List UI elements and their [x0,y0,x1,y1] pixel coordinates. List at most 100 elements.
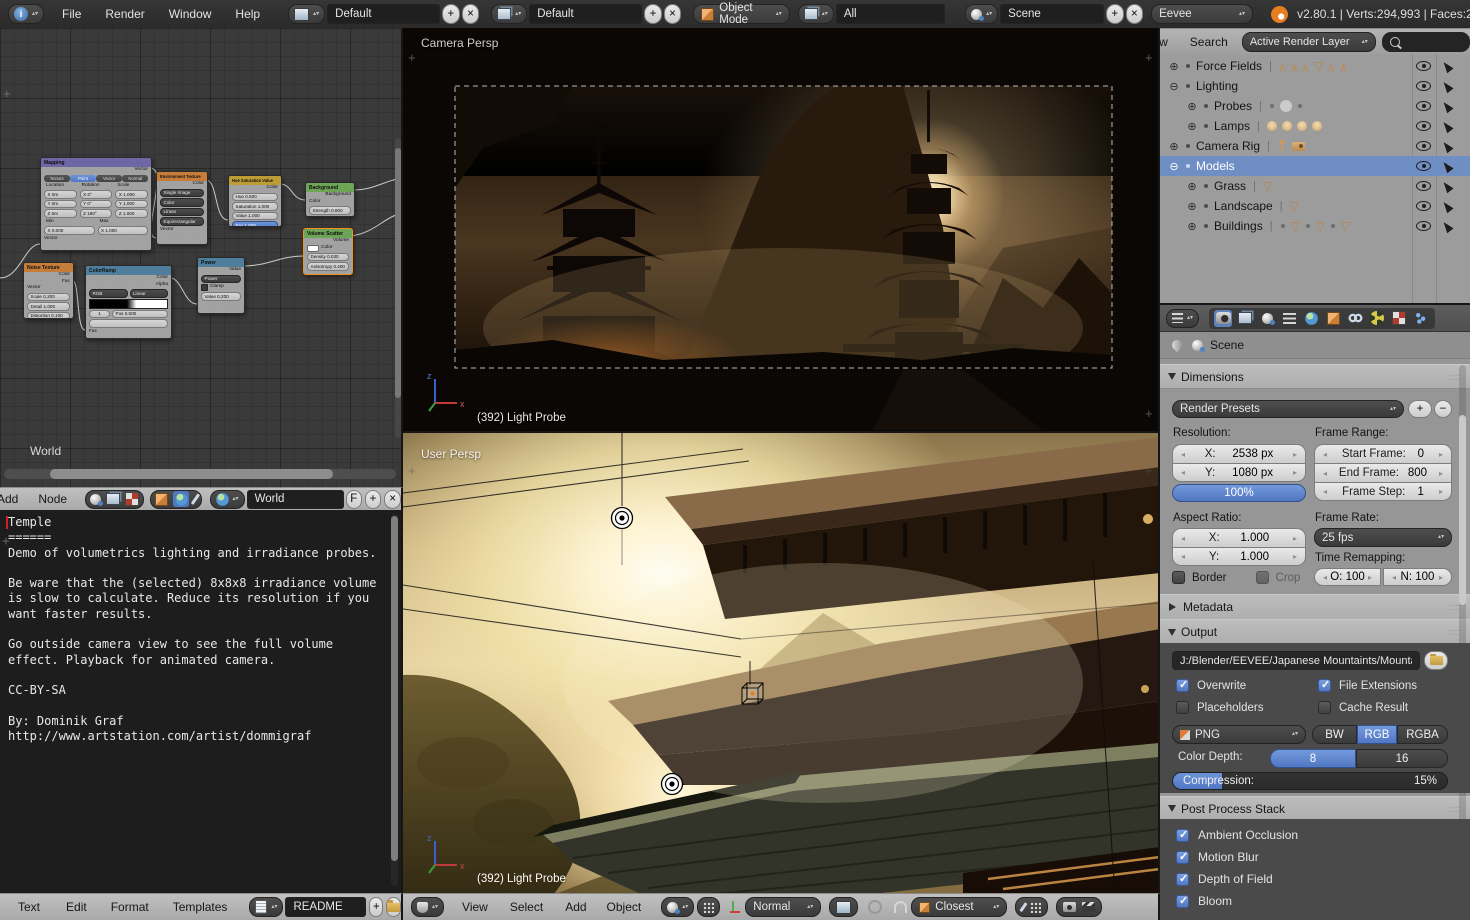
panel-header-post-process[interactable]: Post Process Stack:::: [1160,796,1470,821]
menu-edit[interactable]: Edit [62,900,91,914]
node-editor[interactable]: Mapping Vector Texture Point Vector Norm… [0,28,403,487]
file-format-dropdown[interactable]: PNG▴▾ [1172,725,1306,744]
overwrite-checkbox[interactable] [1176,679,1189,692]
region-expand-icon[interactable]: + [1145,50,1153,65]
new-world-button[interactable]: + [365,490,382,509]
crop-checkbox[interactable] [1256,571,1269,584]
tab-world[interactable] [1302,310,1320,327]
clamp-checkbox[interactable] [201,284,208,291]
shading-mode-button[interactable]: ▴▾ [661,897,694,917]
menu-select[interactable]: Select [506,900,547,914]
menu-help[interactable]: Help [231,7,264,21]
object-context-icon[interactable] [155,493,168,506]
pin-icon[interactable] [1170,338,1184,352]
layout-icon-button[interactable]: ▴▾ [491,4,527,24]
outliner-row-lighting[interactable]: ⊖Lighting [1160,76,1470,96]
render-presets-dropdown[interactable]: Render Presets▴▾ [1172,400,1404,418]
selectability-icon[interactable] [1440,219,1453,233]
gizmo-button[interactable] [1015,897,1048,917]
menu-templates[interactable]: Templates [169,900,232,914]
menu-add[interactable]: Add [0,492,22,506]
cache-result-checkbox[interactable] [1318,701,1331,714]
outliner-row-grass[interactable]: ⊕Grass| ▽ [1160,176,1470,196]
panel-header-metadata[interactable]: Metadata:::: [1160,594,1470,620]
outliner-row-camera-rig[interactable]: ⊕Camera Rig| [1160,136,1470,156]
border-checkbox[interactable] [1172,571,1185,584]
color-mode-rgb[interactable]: RGB [1357,725,1397,744]
editor-type-selector-properties[interactable]: ▴▾ [1166,309,1199,328]
region-expand-icon[interactable]: + [1145,406,1153,421]
selectability-icon[interactable] [1440,159,1453,173]
node-tree-icon[interactable] [106,493,120,505]
text-datablock-icon[interactable]: ▴▾ [249,897,283,917]
scene-add-button[interactable]: + [1106,4,1124,24]
outliner-row-buildings[interactable]: ⊕Buildings| ▽▽▽ [1160,216,1470,236]
selectability-icon[interactable] [1440,179,1453,193]
hide-icon[interactable] [1416,81,1431,91]
hide-icon[interactable] [1416,161,1431,171]
node-editor-hscrollbar[interactable] [4,469,396,479]
collection-filter-icon-button[interactable]: ▴▾ [798,4,834,24]
outliner-search-field[interactable] [1382,32,1470,52]
aspect-y-field[interactable]: Y:1.000 [1172,547,1306,566]
text-editor[interactable]: Temple ====== Demo of volumetrics lighti… [0,510,403,893]
menu-search[interactable]: Search [1186,35,1232,49]
node-environment-texture[interactable]: Environment Texture Color Single Image C… [156,171,208,245]
node-math-power[interactable]: Power Value Power Clamp Value 0.200 [197,257,245,314]
menu-object[interactable]: Object [603,900,646,914]
viewport-camera[interactable]: Camera Persp + + + (392) Light Probe z x [403,28,1160,431]
shader-type-buttons[interactable] [85,490,144,509]
color-mode-bw[interactable]: BW [1312,725,1357,744]
hide-icon[interactable] [1416,141,1431,151]
mapping-tab[interactable]: Normal [122,175,148,182]
menu-view-clipped[interactable]: View [1160,35,1172,49]
selectability-icon[interactable] [1440,99,1453,113]
new-text-button[interactable]: + [369,897,383,917]
resolution-y-field[interactable]: Y:1080 px [1172,463,1306,482]
menu-node[interactable]: Node [34,492,71,506]
selectability-icon[interactable] [1440,59,1453,73]
render-still-icon[interactable] [1063,902,1076,912]
orientation-dropdown[interactable]: Normal▴▾ [745,897,821,917]
output-path-field[interactable]: J:/Blender/EEVEE/Japanese Mountaints/Mou… [1172,651,1420,670]
region-expand-icon[interactable]: + [408,50,416,65]
tab-render-layers[interactable] [1236,310,1254,327]
tab-object[interactable] [1324,310,1342,327]
light-probe-gizmo[interactable] [662,774,683,795]
motion-blur-checkbox[interactable] [1176,851,1189,864]
layout-delete-button[interactable]: × [664,4,682,24]
outliner-row-probes[interactable]: ⊕Probes| [1160,96,1470,116]
hide-icon[interactable] [1416,201,1431,211]
outliner-row-force-fields[interactable]: ⊕Force Fields| YYY▽YY [1160,56,1470,76]
time-remap-new-field[interactable]: N: 100 [1383,568,1452,586]
outliner-filter-dropdown[interactable]: Active Render Layer▴▾ [1242,32,1376,52]
node-colorramp[interactable]: ColorRamp Color Alpha RGB Linear 1 Pos 0… [85,265,172,339]
shader-context-buttons[interactable] [150,490,202,509]
menu-text[interactable]: Text [14,900,44,914]
world-context-active[interactable] [173,491,189,507]
render-animation-icon[interactable] [1082,902,1095,912]
region-expand-icon[interactable]: + [1145,463,1153,478]
preset-remove-button[interactable]: − [1434,400,1452,418]
overlays-button[interactable] [697,897,720,917]
text-datablock-field[interactable]: README [285,897,366,917]
region-expand-icon[interactable]: + [2,534,10,549]
scene-delete-button[interactable]: × [1126,4,1144,24]
collection-filter-field[interactable]: All [836,4,945,24]
editor-type-selector-info[interactable]: i▴▾ [8,4,44,24]
hide-icon[interactable] [1416,101,1431,111]
text-editor-scrollbar[interactable] [391,514,398,886]
unlink-world-button[interactable]: × [384,490,401,509]
light-probe-gizmo[interactable] [612,508,633,529]
output-path-browse-button[interactable] [1424,651,1448,670]
open-text-button[interactable] [386,897,401,917]
selectability-icon[interactable] [1440,79,1453,93]
hide-icon[interactable] [1416,121,1431,131]
selectability-icon[interactable] [1440,119,1453,133]
properties-scrollbar[interactable] [1459,365,1466,905]
world-datablock-field[interactable]: World [247,490,344,509]
world-datablock-icon[interactable]: ▴▾ [210,490,245,509]
bloom-checkbox[interactable] [1176,895,1189,908]
node-hue-saturation-value[interactable]: Hue Saturation Value Color Hue 0.500 Sat… [228,175,282,227]
scene-icon-button[interactable]: ▴▾ [965,4,998,24]
